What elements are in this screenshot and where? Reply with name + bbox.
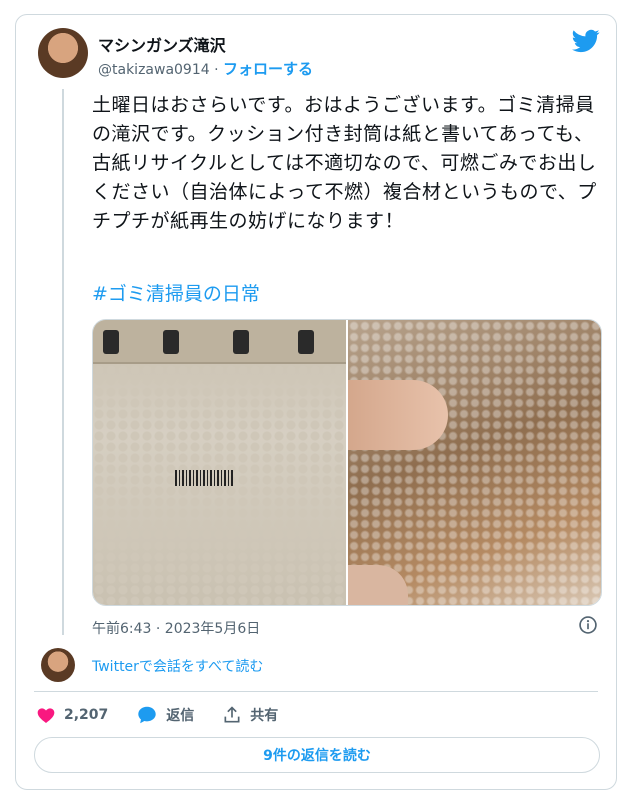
like-count: 2,207 [64, 707, 109, 723]
reply-button[interactable]: 返信 [136, 704, 194, 726]
author-handle[interactable]: @takizawa0914 [98, 62, 210, 78]
author-handle-row: @takizawa0914 · フォローする [98, 58, 313, 79]
tweet-media[interactable] [92, 319, 602, 606]
tweet-timestamp[interactable]: 午前6:43 · 2023年5月6日 [92, 618, 260, 638]
read-replies-button[interactable]: 9件の返信を読む [34, 737, 600, 773]
handle-separator: · [209, 62, 224, 78]
barcode [175, 470, 233, 486]
fragile-glass-icon [298, 330, 314, 354]
heart-icon [37, 708, 55, 723]
share-icon [224, 706, 240, 723]
hashtag-link[interactable]: #ゴミ清掃員の日常 [92, 279, 260, 306]
fragile-glass-icon [163, 330, 179, 354]
author-avatar[interactable] [38, 28, 88, 78]
fragile-glass-icon [103, 330, 119, 354]
share-button[interactable]: 共有 [222, 705, 278, 725]
like-button[interactable]: 2,207 [36, 705, 108, 725]
info-icon[interactable] [578, 615, 598, 635]
reply-icon [138, 706, 157, 724]
thread-line [62, 89, 64, 635]
divider [34, 691, 598, 692]
twitter-logo-icon[interactable] [572, 27, 600, 55]
envelope-front-photo[interactable] [93, 320, 346, 605]
thumb [348, 380, 448, 450]
action-bar: 2,207 返信 共有 [36, 703, 306, 727]
follow-button[interactable]: フォローする [223, 60, 313, 78]
fragile-glass-icon [233, 330, 249, 354]
share-label: 共有 [250, 708, 279, 724]
fragile-label-strip [93, 320, 346, 364]
read-conversation-link[interactable]: Twitterで会話をすべて読む [92, 656, 263, 676]
tweet-card: マシンガンズ滝沢 @takizawa0914 · フォローする 土曜日はおさらい… [15, 14, 617, 790]
bubble-wrap-photo[interactable] [348, 320, 601, 605]
reply-label: 返信 [166, 708, 195, 724]
author-name[interactable]: マシンガンズ滝沢 [98, 32, 226, 56]
thumb [348, 565, 408, 605]
tweet-text: 土曜日はおさらいです。おはようございます。ゴミ清掃員の滝沢です。クッション付き封… [92, 94, 597, 232]
reply-avatar [41, 648, 75, 682]
